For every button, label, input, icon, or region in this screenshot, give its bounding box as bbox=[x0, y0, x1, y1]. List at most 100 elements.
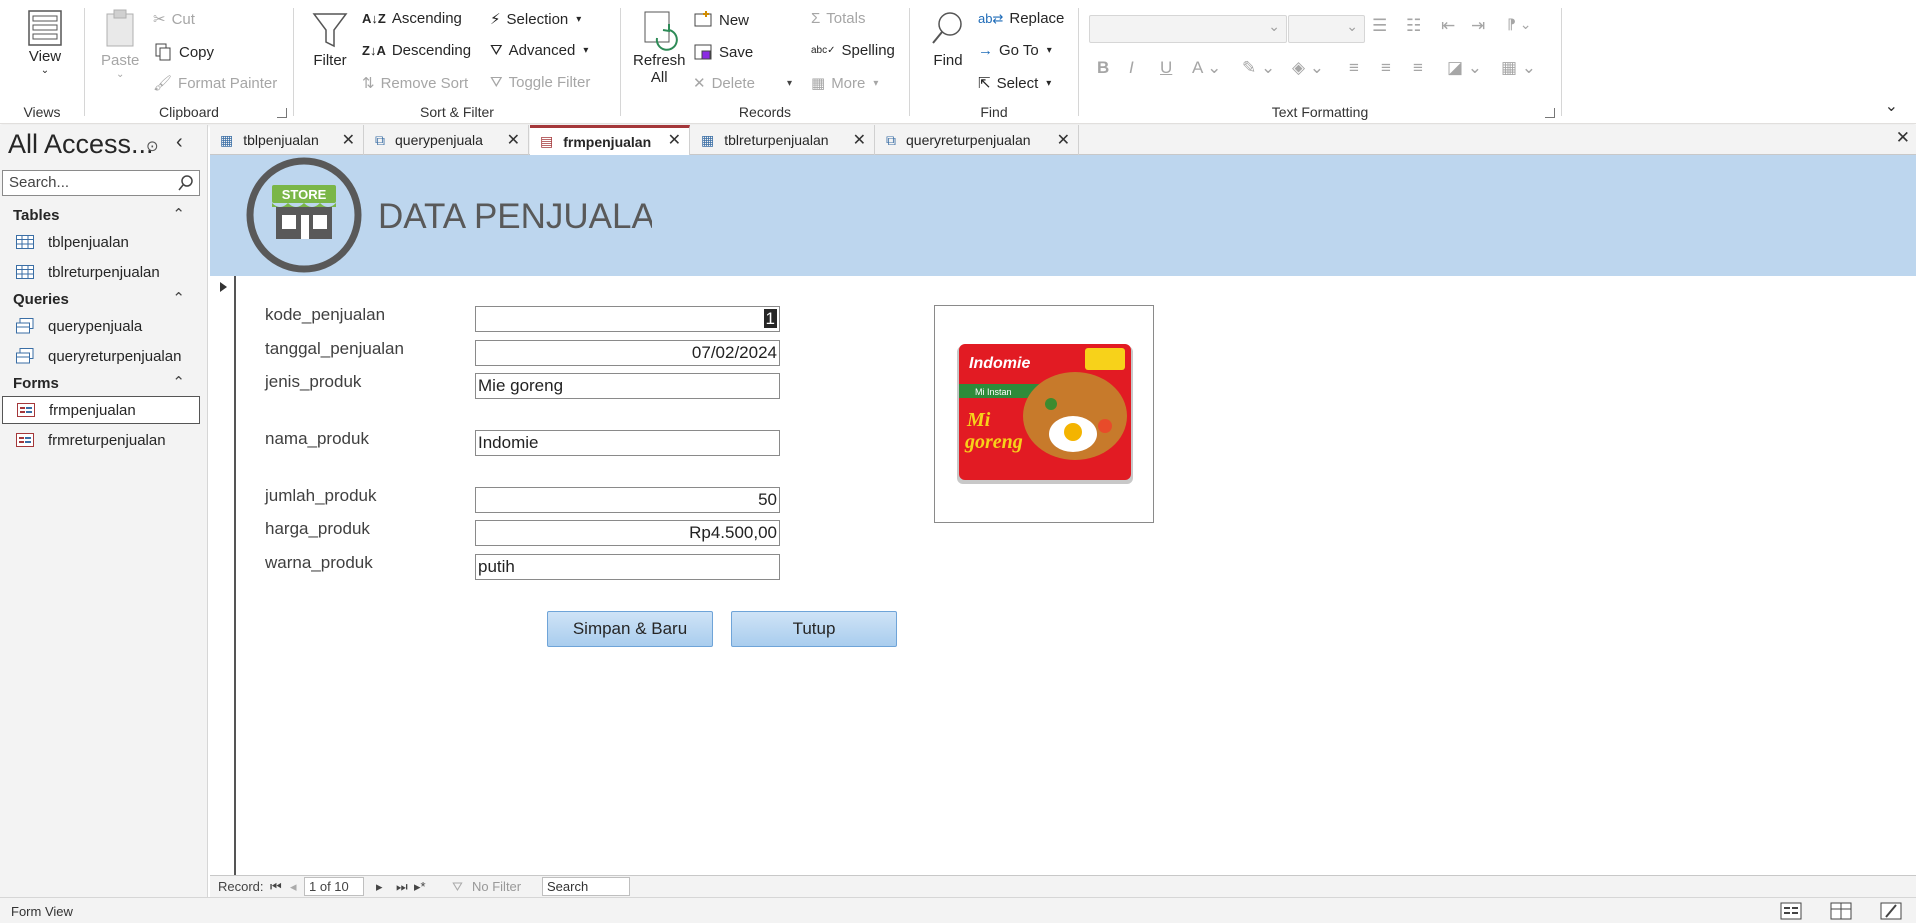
bold-button[interactable]: B bbox=[1097, 58, 1109, 78]
no-filter-indicator[interactable]: No Filter bbox=[472, 879, 521, 894]
totals-button[interactable]: Σ Totals bbox=[811, 10, 865, 27]
replace-button[interactable]: ab⇄ Replace bbox=[978, 10, 1064, 27]
new-record-nav-icon[interactable]: ▸* bbox=[414, 879, 426, 895]
nav-search-input[interactable]: Search... bbox=[2, 170, 200, 196]
close-icon[interactable]: ✕ bbox=[668, 130, 681, 150]
find-button[interactable]: Find bbox=[928, 8, 968, 69]
tab-queryreturpenjualan[interactable]: ⧉ queryreturpenjualan ✕ bbox=[876, 125, 1079, 155]
font-color-icon[interactable]: A ⌄ bbox=[1192, 58, 1221, 78]
align-right-icon[interactable]: ≡ bbox=[1413, 58, 1423, 78]
font-name-combo[interactable] bbox=[1089, 15, 1287, 43]
product-image[interactable]: Indomie Mi Instan Mi goreng bbox=[934, 305, 1154, 523]
shutter-bar-close-icon[interactable]: ‹ bbox=[176, 131, 183, 154]
new-record-button[interactable]: New bbox=[693, 10, 749, 30]
tab-label: frmpenjualan bbox=[563, 133, 652, 150]
simpan-baru-button[interactable]: Simpan & Baru bbox=[547, 611, 713, 647]
tab-frmpenjualan[interactable]: ▤ frmpenjualan ✕ bbox=[530, 125, 690, 155]
view-button[interactable]: View ⌄ bbox=[25, 8, 65, 76]
numbering-icon[interactable]: ☷ bbox=[1406, 16, 1421, 36]
align-left-icon[interactable]: ≡ bbox=[1349, 58, 1359, 78]
goto-button[interactable]: → Go To ▾ bbox=[978, 42, 1052, 59]
close-icon[interactable]: ✕ bbox=[342, 130, 355, 150]
record-search-input[interactable]: Search bbox=[542, 877, 630, 896]
nav-item-frmreturpenjualan[interactable]: frmreturpenjualan bbox=[2, 426, 200, 454]
jenis-produk-field[interactable]: Mie goreng bbox=[475, 373, 780, 399]
arrow-right-icon: → bbox=[978, 42, 993, 59]
copy-button[interactable]: Copy bbox=[153, 42, 214, 62]
underline-button[interactable]: U bbox=[1160, 58, 1172, 78]
advanced-label: Advanced bbox=[508, 42, 576, 59]
close-icon[interactable]: ✕ bbox=[1057, 130, 1070, 150]
select-button[interactable]: ⇱ Select ▾ bbox=[978, 74, 1051, 93]
nav-item-frmpenjualan[interactable]: frmpenjualan bbox=[2, 396, 200, 424]
clipboard-group-label: Clipboard bbox=[159, 104, 219, 120]
collapse-tables-icon[interactable]: ⌃ bbox=[172, 205, 185, 223]
nav-item-querypenjuala[interactable]: querypenjuala bbox=[2, 312, 200, 340]
close-document-icon[interactable]: ✕ bbox=[1896, 128, 1910, 148]
ascending-button[interactable]: A↓Z Ascending bbox=[362, 10, 462, 27]
fill-color-icon[interactable]: ◈ ⌄ bbox=[1292, 58, 1324, 78]
remove-sort-button[interactable]: ⇅ Remove Sort bbox=[362, 74, 468, 93]
record-selector[interactable] bbox=[210, 276, 236, 875]
tanggal-penjualan-field[interactable]: 07/02/2024 bbox=[475, 340, 780, 366]
next-record-icon[interactable]: ▸ bbox=[376, 879, 383, 895]
no-filter-icon: ⛛ bbox=[452, 879, 463, 894]
nav-pane-title[interactable]: All Access... bbox=[8, 129, 154, 160]
delete-record-button[interactable]: ✕ Delete ▾ bbox=[693, 74, 792, 93]
nav-item-queryreturpenjualan[interactable]: queryreturpenjualan bbox=[2, 342, 200, 370]
advanced-button[interactable]: ⛛ Advanced ▾ bbox=[490, 42, 588, 59]
close-icon[interactable]: ✕ bbox=[853, 130, 866, 150]
paragraph-direction-icon[interactable]: ⁋ ⌄ bbox=[1507, 16, 1532, 33]
cut-button[interactable]: ✂ Cut bbox=[153, 10, 195, 29]
nav-item-tblreturpenjualan[interactable]: tblreturpenjualan bbox=[2, 258, 200, 286]
spelling-button[interactable]: abc✓ Spelling bbox=[811, 42, 895, 59]
highlight-icon[interactable]: ✎ ⌄ bbox=[1242, 58, 1275, 78]
tab-tblpenjualan[interactable]: ▦ tblpenjualan ✕ bbox=[210, 125, 364, 155]
descending-button[interactable]: Z↓A Descending bbox=[362, 42, 471, 59]
design-view-icon[interactable] bbox=[1880, 902, 1902, 920]
toggle-filter-button[interactable]: ⛛ Toggle Filter bbox=[490, 74, 590, 91]
tab-tblreturpenjualan[interactable]: ▦ tblreturpenjualan ✕ bbox=[691, 125, 875, 155]
clipboard-launcher-icon[interactable] bbox=[277, 108, 287, 118]
gridlines-icon[interactable]: ▦ ⌄ bbox=[1501, 58, 1536, 78]
nav-section-forms[interactable]: Forms bbox=[13, 375, 59, 392]
selection-button[interactable]: ⚡ Selection ▾ bbox=[490, 10, 581, 29]
last-record-icon[interactable]: ⏭ bbox=[396, 879, 408, 895]
close-icon[interactable]: ✕ bbox=[507, 130, 520, 150]
bullets-icon[interactable]: ☰ bbox=[1372, 16, 1387, 36]
current-record-input[interactable]: 1 of 10 bbox=[304, 877, 364, 896]
nav-section-queries[interactable]: Queries bbox=[13, 291, 69, 308]
harga-produk-field[interactable]: Rp4.500,00 bbox=[475, 520, 780, 546]
paste-button[interactable]: Paste ⌄ bbox=[101, 8, 139, 80]
nav-item-tblpenjualan[interactable]: tblpenjualan bbox=[2, 228, 200, 256]
italic-button[interactable]: I bbox=[1129, 58, 1134, 78]
nav-menu-dropdown-icon[interactable]: ⊙ bbox=[146, 137, 159, 155]
collapse-ribbon-icon[interactable]: ⌄ bbox=[1885, 96, 1898, 116]
more-button[interactable]: ▦ More ▾ bbox=[811, 74, 878, 93]
jumlah-produk-field[interactable]: 50 bbox=[475, 487, 780, 513]
layout-view-icon[interactable] bbox=[1830, 902, 1852, 920]
refresh-all-button[interactable]: Refresh All bbox=[633, 8, 686, 86]
nav-section-tables[interactable]: Tables bbox=[13, 207, 59, 224]
tab-querypenjuala[interactable]: ⧉ querypenjuala ✕ bbox=[365, 125, 529, 155]
previous-record-icon[interactable]: ◂ bbox=[290, 879, 297, 895]
view-icon bbox=[28, 10, 62, 46]
save-record-button[interactable]: Save bbox=[693, 42, 753, 62]
collapse-forms-icon[interactable]: ⌃ bbox=[172, 373, 185, 391]
nama-produk-field[interactable]: Indomie bbox=[475, 430, 780, 456]
filter-button[interactable]: Filter bbox=[310, 8, 350, 69]
kode-penjualan-field[interactable]: 1 bbox=[475, 306, 780, 332]
first-record-icon[interactable]: ⏮ bbox=[270, 879, 282, 895]
align-center-icon[interactable]: ≡ bbox=[1381, 58, 1391, 78]
tutup-button[interactable]: Tutup bbox=[731, 611, 897, 647]
background-image-icon[interactable]: ◪ ⌄ bbox=[1447, 58, 1482, 78]
form-view-icon[interactable] bbox=[1780, 902, 1802, 920]
text-formatting-launcher-icon[interactable] bbox=[1545, 108, 1555, 118]
format-painter-button[interactable]: 🖌 Format Painter bbox=[153, 74, 277, 93]
warna-produk-field[interactable]: putih bbox=[475, 554, 780, 580]
decrease-indent-icon[interactable]: ⇤ bbox=[1441, 16, 1455, 36]
collapse-queries-icon[interactable]: ⌃ bbox=[172, 289, 185, 307]
label-kode-penjualan: kode_penjualan bbox=[265, 305, 386, 324]
increase-indent-icon[interactable]: ⇥ bbox=[1471, 16, 1485, 36]
font-size-combo[interactable] bbox=[1288, 15, 1365, 43]
